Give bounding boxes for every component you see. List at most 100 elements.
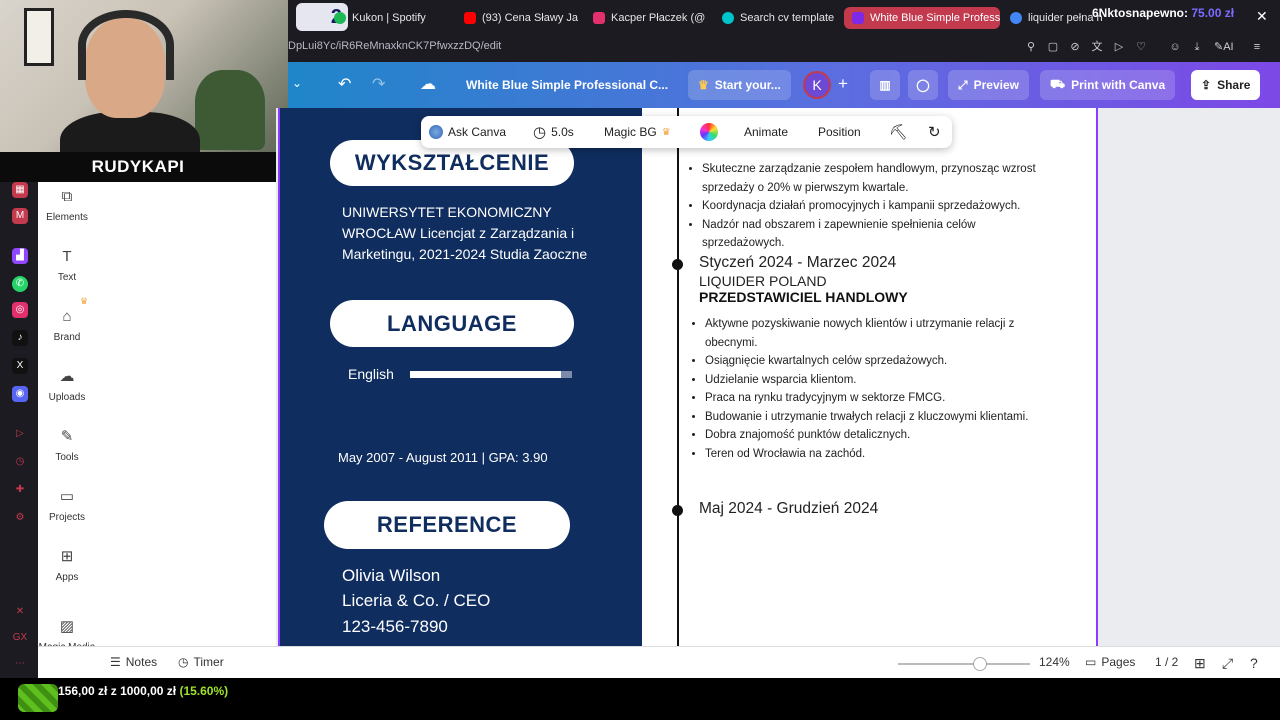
- language-name[interactable]: English: [348, 364, 394, 385]
- elements-icon: ⧉: [61, 188, 73, 205]
- undo-icon[interactable]: ↶: [338, 74, 351, 94]
- fullscreen-icon[interactable]: ⤢: [1222, 655, 1233, 672]
- job2-company[interactable]: LIQUIDER POLAND: [699, 273, 827, 289]
- pin-icon[interactable]: ⚲: [1024, 40, 1038, 54]
- reference-name[interactable]: Olivia Wilson: [342, 565, 440, 586]
- zoom-slider-knob[interactable]: [972, 657, 987, 671]
- reference-company[interactable]: Liceria & Co. / CEO: [342, 590, 490, 611]
- history-icon[interactable]: ◷: [12, 454, 28, 470]
- extensions-icon[interactable]: ✚: [12, 482, 28, 498]
- cloud-saved-icon[interactable]: ☁: [420, 74, 436, 94]
- tiktok-icon[interactable]: ♪: [12, 330, 28, 346]
- screenshot-icon[interactable]: ▢: [1046, 40, 1060, 54]
- print-button[interactable]: ⛟ Print with Canva: [1040, 70, 1176, 100]
- discord-icon[interactable]: ◉: [12, 386, 28, 402]
- duration-button[interactable]: ◷ 5.0s: [533, 116, 574, 148]
- play-circle-icon[interactable]: ▷: [12, 426, 28, 442]
- paint-roller-icon[interactable]: ⛏: [889, 116, 908, 148]
- avatar[interactable]: K: [803, 71, 831, 99]
- ai-button[interactable]: ✎AI: [1214, 40, 1234, 53]
- translate-icon[interactable]: 文: [1090, 40, 1104, 54]
- notes-button[interactable]: ☰ Notes: [110, 655, 157, 669]
- comments-button[interactable]: ◯: [908, 70, 938, 100]
- animate-button[interactable]: Animate: [744, 116, 788, 148]
- sidebar-item-projects[interactable]: ▭ Projects: [38, 488, 96, 523]
- gx-label-icon[interactable]: GX: [12, 630, 28, 646]
- education-text[interactable]: UNIWERSYTET EKONOMICZNY WROCŁAW Licencja…: [342, 202, 592, 265]
- sidebar-item-uploads[interactable]: ☁ Uploads: [38, 368, 96, 403]
- pages-button[interactable]: ▭ Pages: [1085, 655, 1135, 669]
- help-icon[interactable]: ?: [1250, 655, 1258, 671]
- magic-bg-button[interactable]: Magic BG ♛: [604, 116, 671, 148]
- tab-canva-active[interactable]: White Blue Simple Profess: [844, 7, 1000, 29]
- add-icon[interactable]: +: [838, 74, 848, 94]
- profile-icon[interactable]: ☺: [1168, 40, 1182, 54]
- pages-label: Pages: [1101, 655, 1136, 669]
- position-button[interactable]: Position: [818, 116, 861, 148]
- chevron-down-icon[interactable]: ⌄: [292, 76, 302, 90]
- position-label: Position: [818, 125, 861, 139]
- menu-icon[interactable]: ≡: [1250, 40, 1264, 54]
- zoom-slider[interactable]: [898, 657, 1030, 671]
- sidebar-item-elements[interactable]: ⧉ Elements: [38, 188, 96, 223]
- whatsapp-icon[interactable]: ✆: [12, 276, 28, 292]
- sidebar-item-label: Projects: [48, 512, 86, 523]
- reference-phone[interactable]: 123-456-7890: [342, 616, 448, 637]
- tab-instagram[interactable]: Kacper Płaczek (@: [593, 7, 711, 29]
- donation-goal: 1000,00 zł: [120, 684, 177, 698]
- notes-icon: ☰: [110, 655, 121, 669]
- instagram-icon[interactable]: ◎: [12, 302, 28, 318]
- sidebar-item-apps[interactable]: ⊞ Apps: [38, 548, 96, 583]
- heart-icon[interactable]: ♡: [1134, 40, 1148, 54]
- tab-label: Kukon | Spotify: [352, 12, 426, 24]
- job1-bullets[interactable]: Skuteczne zarządzanie zespołem handlowym…: [686, 160, 1046, 253]
- education-dates[interactable]: May 2007 - August 2011 | GPA: 3.90: [338, 447, 548, 468]
- timer-button[interactable]: ◷ Timer: [178, 655, 224, 669]
- language-level-bar[interactable]: [410, 371, 572, 378]
- download-icon[interactable]: ⤓: [1190, 40, 1204, 54]
- google-icon: [1010, 12, 1022, 24]
- resume-left-column[interactable]: WYKSZTAŁCENIE UNIWERSYTET EKONOMICZNY WR…: [280, 108, 642, 646]
- tab-youtube[interactable]: (93) Cena Sławy Ja: [464, 7, 582, 29]
- bookmark-icon[interactable]: ▦: [12, 182, 28, 198]
- sidebar-item-brand[interactable]: ⌂ Brand: [38, 308, 96, 343]
- more-icon[interactable]: ⋯: [12, 656, 28, 672]
- color-button[interactable]: [700, 116, 718, 148]
- job3-date[interactable]: Maj 2024 - Grudzień 2024: [699, 500, 878, 518]
- job2-title[interactable]: PRZEDSTAWICIEL HANDLOWY: [699, 289, 908, 305]
- x-icon[interactable]: X: [12, 358, 28, 374]
- document-title[interactable]: White Blue Simple Professional C...: [466, 78, 668, 92]
- job2-date[interactable]: Styczeń 2024 - Marzec 2024: [699, 254, 896, 272]
- comment-plus-icon[interactable]: ↻: [928, 116, 941, 148]
- insights-button[interactable]: ▥: [870, 70, 900, 100]
- donation-separator: z: [110, 684, 117, 698]
- apps-icon: ⊞: [60, 548, 74, 565]
- ask-canva-button[interactable]: Ask Canva: [429, 116, 506, 148]
- start-trial-button[interactable]: ♛ Start your...: [688, 70, 791, 100]
- share-button[interactable]: ⇪ Share: [1191, 70, 1261, 100]
- sidebar-item-tools[interactable]: ✎ Tools: [38, 428, 96, 463]
- settings-icon[interactable]: ⚙: [12, 510, 28, 526]
- sidebar-item-text[interactable]: T Text: [38, 248, 96, 283]
- block-icon[interactable]: ⊘: [1068, 40, 1082, 54]
- preview-button[interactable]: ⤢ Preview: [948, 70, 1029, 100]
- timeline-dot: [672, 505, 683, 516]
- close-window-icon[interactable]: ✕: [1256, 8, 1268, 25]
- resume-page[interactable]: WYKSZTAŁCENIE UNIWERSYTET EKONOMICZNY WR…: [278, 108, 1098, 646]
- reference-heading[interactable]: REFERENCE: [324, 501, 570, 549]
- job2-bullets[interactable]: Aktywne pozyskiwanie nowych klientów i u…: [689, 315, 1047, 463]
- url-field[interactable]: DpLui8Yc/iR6ReMnaxknCK7PfwxzzDQ/edit: [288, 40, 501, 52]
- redo-icon[interactable]: ↷: [372, 74, 385, 94]
- grid-view-icon[interactable]: ⊞: [1194, 655, 1206, 672]
- tab-label: Kacper Płaczek (@: [611, 12, 706, 24]
- folder-icon: ▭: [59, 488, 75, 505]
- tab-search-cv[interactable]: Search cv template: [722, 7, 840, 29]
- twitch-icon[interactable]: ▟: [12, 248, 28, 264]
- pages-icon: ▭: [1085, 655, 1097, 669]
- zoom-level[interactable]: 124%: [1039, 655, 1070, 669]
- opera-gx-icon[interactable]: ✕: [12, 604, 28, 620]
- mail-icon[interactable]: M: [12, 208, 28, 224]
- tab-spotify[interactable]: Kukon | Spotify: [334, 7, 454, 29]
- language-heading[interactable]: LANGUAGE: [330, 300, 574, 347]
- play-icon[interactable]: ▷: [1112, 40, 1126, 54]
